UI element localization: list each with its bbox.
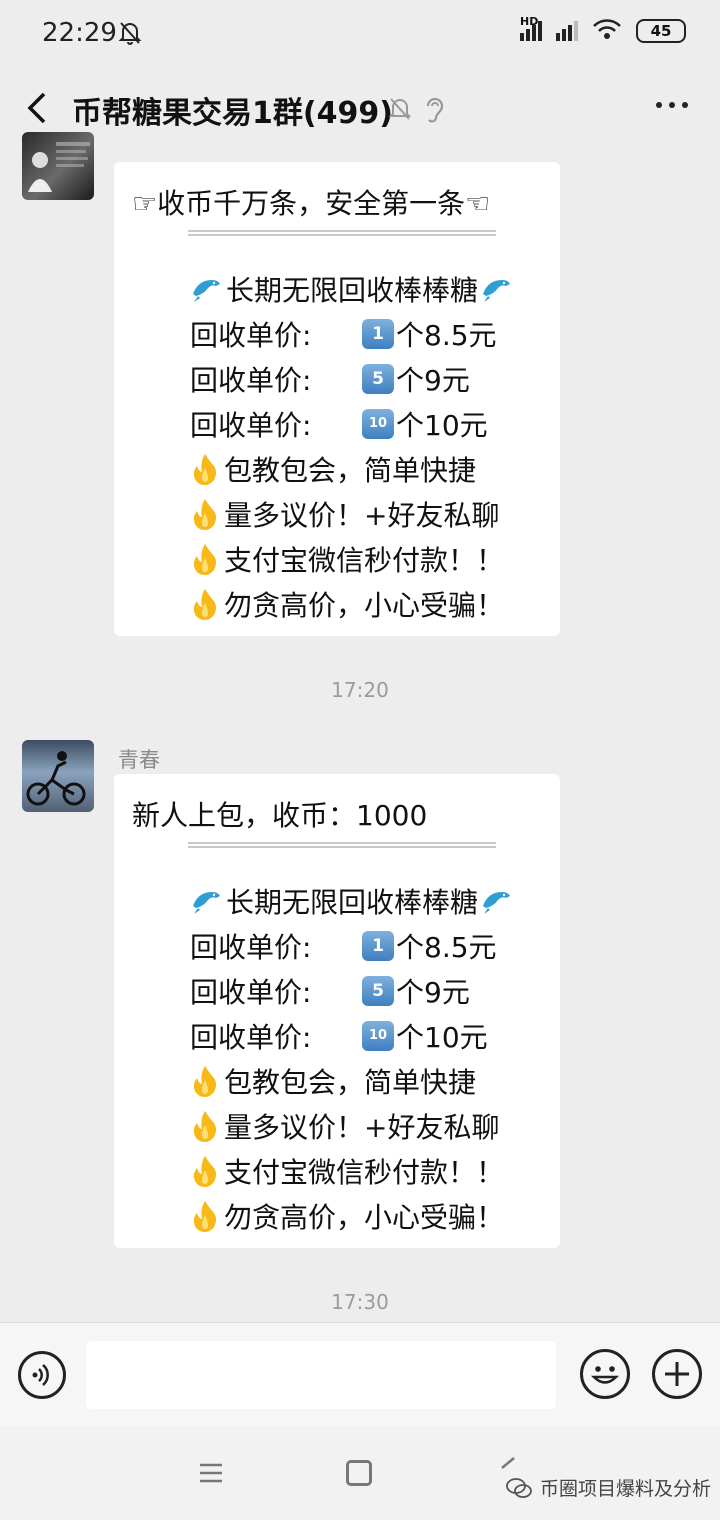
price-label: 回收单价: (190, 363, 312, 397)
offer-title: 长期无限回收棒棒糖 (226, 273, 479, 307)
battery-indicator: 45 (636, 19, 686, 43)
price-line: 回收单价: 1 个8.5元 (190, 311, 550, 356)
more-icon[interactable] (656, 102, 688, 108)
dolphin-icon (483, 279, 511, 302)
back-arrow-icon[interactable] (22, 88, 52, 128)
note-text: 支付宝微信秒付款！！ (224, 543, 505, 577)
price-line: 回收单价: 10 个10元 (190, 1013, 550, 1058)
price-line: 回收单价: 1 个8.5元 (190, 923, 550, 968)
note-line: 包教包会，简单快捷 (190, 446, 550, 491)
note-text: 包教包会，简单快捷 (224, 1065, 477, 1099)
offer-title-line: 长期无限回收棒棒糖 (190, 266, 550, 311)
bell-off-icon (388, 96, 412, 126)
price-label: 回收单价: (190, 1020, 312, 1054)
dolphin-icon (193, 279, 220, 302)
wechat-logo-icon (506, 1477, 532, 1498)
price-text: 个8.5元 (396, 930, 497, 964)
plus-icon[interactable] (652, 1349, 702, 1399)
price-label: 回收单价: (190, 318, 312, 352)
keycap-number-icon: 5 (362, 363, 394, 394)
status-time: 22:29 (42, 18, 117, 48)
system-nav-bar: 币圈项目爆料及分析 (0, 1426, 720, 1520)
note-text: 勿贪高价，小心受骗！ (224, 588, 505, 622)
price-label: 回收单价: (190, 930, 312, 964)
message-header: 新人上包，收币：1000 (132, 799, 428, 832)
emoji-icon[interactable] (580, 1349, 630, 1399)
divider (188, 230, 496, 236)
voice-icon[interactable] (18, 1351, 66, 1399)
price-text: 个9元 (396, 363, 470, 397)
note-text: 包教包会，简单快捷 (224, 453, 477, 487)
note-line: 量多议价！+好友私聊 (190, 1103, 550, 1148)
sender-name: 青春 (118, 748, 160, 772)
signal-icon: HD (520, 15, 542, 41)
home-icon[interactable] (346, 1460, 372, 1486)
note-text: 支付宝微信秒付款！！ (224, 1155, 505, 1189)
note-line: 量多议价！+好友私聊 (190, 491, 550, 536)
fire-icon (193, 1155, 216, 1187)
price-text: 个10元 (396, 1020, 488, 1054)
price-label: 回收单价: (190, 408, 312, 442)
ear-icon (424, 94, 446, 128)
network-label: HD (520, 15, 539, 28)
price-label: 回收单价: (190, 975, 312, 1009)
offer-title: 长期无限回收棒棒糖 (226, 885, 479, 919)
fire-icon (193, 1110, 216, 1142)
note-line: 包教包会，简单快捷 (190, 1058, 550, 1103)
chat-header: 币帮糖果交易1群(499) (0, 68, 720, 148)
message-body: 长期无限回收棒棒糖 回收单价: 1 个8.5元 回收单价: 5 个9元 回收单价… (190, 266, 550, 626)
note-line: 勿贪高价，小心受骗！ (190, 1193, 550, 1238)
fire-icon (193, 1065, 216, 1097)
wifi-icon (592, 18, 622, 44)
dolphin-icon (483, 891, 511, 914)
menu-icon[interactable] (198, 1462, 224, 1488)
note-text: 量多议价！+好友私聊 (224, 498, 500, 532)
watermark-text: 币圈项目爆料及分析 (540, 1478, 712, 1500)
dolphin-icon (193, 891, 220, 914)
message-header: ☞收币千万条，安全第一条☜ (132, 187, 491, 220)
note-text: 勿贪高价，小心受骗！ (224, 1200, 505, 1234)
price-line: 回收单价: 10 个10元 (190, 401, 550, 446)
message-bubble[interactable]: 新人上包，收币：1000 长期无限回收棒棒糖 回收单价: 1 个8.5元 回收单… (114, 774, 560, 1248)
chat-title: 币帮糖果交易1群(499) (72, 96, 393, 131)
price-text: 个9元 (396, 975, 470, 1009)
fire-icon (193, 588, 216, 620)
fire-icon (193, 1200, 216, 1232)
note-text: 量多议价！+好友私聊 (224, 1110, 500, 1144)
divider (188, 842, 496, 848)
keycap-number-icon: 1 (362, 318, 394, 349)
avatar[interactable] (22, 132, 94, 200)
note-line: 支付宝微信秒付款！！ (190, 536, 550, 581)
price-line: 回收单价: 5 个9元 (190, 356, 550, 401)
fire-icon (193, 498, 216, 530)
fire-icon (193, 543, 216, 575)
avatar[interactable] (22, 740, 94, 812)
price-line: 回收单价: 5 个9元 (190, 968, 550, 1013)
bell-off-icon (118, 20, 142, 50)
price-text: 个8.5元 (396, 318, 497, 352)
message-body: 长期无限回收棒棒糖 回收单价: 1 个8.5元 回收单价: 5 个9元 回收单价… (190, 878, 550, 1238)
keycap-number-icon: 10 (362, 408, 394, 439)
fire-icon (193, 453, 216, 485)
message-timestamp: 17:20 (331, 678, 389, 702)
offer-title-line: 长期无限回收棒棒糖 (190, 878, 550, 923)
keycap-number-icon: 5 (362, 975, 394, 1006)
watermark: 币圈项目爆料及分析 (506, 1474, 711, 1501)
status-bar: 22:29 HD 45 (0, 0, 720, 68)
message-timestamp: 17:30 (331, 1290, 389, 1314)
keycap-number-icon: 10 (362, 1020, 394, 1051)
input-bar (0, 1322, 720, 1426)
price-text: 个10元 (396, 408, 488, 442)
message-input[interactable] (86, 1341, 556, 1409)
signal-2-icon (556, 21, 578, 41)
note-line: 支付宝微信秒付款！！ (190, 1148, 550, 1193)
note-line: 勿贪高价，小心受骗！ (190, 581, 550, 626)
keycap-number-icon: 1 (362, 930, 394, 961)
message-bubble[interactable]: ☞收币千万条，安全第一条☜ 长期无限回收棒棒糖 回收单价: 1 个8.5元 回收… (114, 162, 560, 636)
